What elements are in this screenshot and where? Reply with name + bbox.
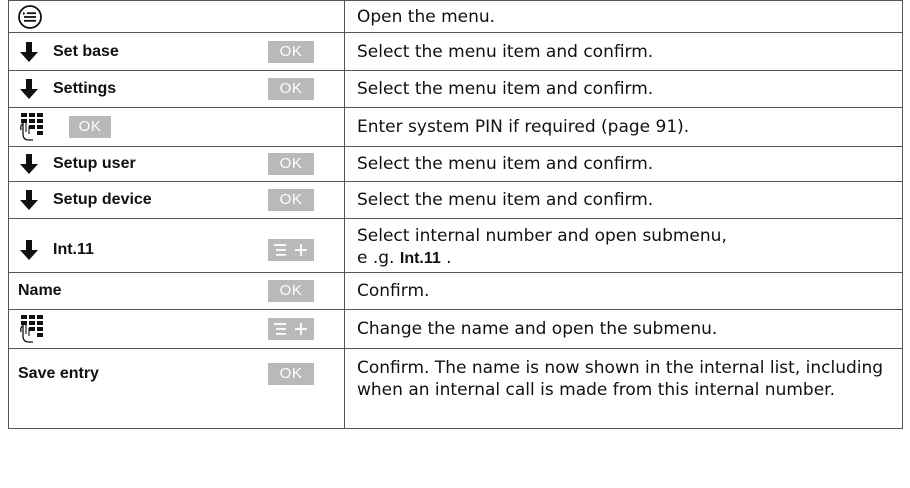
step-key-cell: Setup user OK [8,146,345,182]
menu-item-label: Settings [53,80,117,97]
step-key-cell [8,309,345,349]
instruction-prefix: e .g. [357,247,400,268]
menu-item-label: Setup user [53,155,136,172]
menu-item-label: Save entry [18,365,99,382]
step-instruction: Confirm. The name is now shown in the in… [344,348,903,429]
step-key-cell: OK [8,107,345,147]
step-instruction: Open the menu. [344,0,903,33]
step-key-cell [8,0,345,33]
step-row: Settings OK Select the menu item and con… [8,70,903,108]
menu-item-label: Name [18,282,62,299]
step-key-cell: Setup device OK [8,181,345,219]
step-key-cell: Name OK [8,272,345,310]
step-instruction: Select the menu item and confirm. [344,181,903,219]
ok-button[interactable]: OK [268,280,314,302]
instruction-table: Open the menu. Set base OK Select the me… [8,0,903,429]
keypad-icon[interactable] [19,112,47,142]
instruction-line: e .g. Int.11 . [357,247,890,270]
step-instruction: Select the menu item and confirm. [344,70,903,108]
ok-button[interactable]: OK [268,189,314,211]
arrow-down-icon[interactable] [19,78,39,100]
step-key-cell: Set base OK [8,32,345,71]
arrow-down-icon[interactable] [19,41,39,63]
keypad-icon[interactable] [19,314,47,344]
ok-button[interactable]: OK [268,153,314,175]
step-instruction: Enter system PIN if required (page 91). [344,107,903,147]
step-row: Open the menu. [8,0,903,33]
step-row: Setup device OK Select the menu item and… [8,181,903,219]
ok-button[interactable]: OK [69,116,111,138]
ok-button[interactable]: OK [268,363,314,385]
instruction-suffix: . [440,247,452,268]
step-row: Change the name and open the submenu. [8,309,903,349]
step-instruction: Confirm. [344,272,903,310]
step-instruction: Select the menu item and confirm. [344,146,903,182]
step-key-cell: Settings OK [8,70,345,108]
menu-item-label: Setup device [53,191,152,208]
arrow-down-icon[interactable] [19,239,39,261]
step-row: Save entry OK Confirm. The name is now s… [8,348,903,429]
step-key-cell: Save entry OK [8,348,345,429]
menu-item-label: Set base [53,42,119,60]
step-instruction: Change the name and open the submenu. [344,309,903,349]
instruction-line: Select internal number and open submenu, [357,225,727,246]
menu-key-icon[interactable] [17,4,43,30]
step-row: Set base OK Select the menu item and con… [8,32,903,71]
step-instruction: Select the menu item and confirm. [344,32,903,71]
instruction-item-name: Int.11 [399,249,441,267]
submenu-key-icon[interactable] [268,318,314,340]
step-row: OK Enter system PIN if required (page 91… [8,107,903,147]
step-instruction: Select internal number and open submenu,… [344,218,903,273]
step-row: Setup user OK Select the menu item and c… [8,146,903,182]
step-key-cell: Int.11 [8,218,345,273]
menu-item-label: Int.11 [53,241,94,258]
submenu-key-icon[interactable] [268,239,314,261]
arrow-down-icon[interactable] [19,189,39,211]
step-row: Int.11 Select internal number and open s… [8,218,903,273]
arrow-down-icon[interactable] [19,153,39,175]
ok-button[interactable]: OK [268,78,314,100]
ok-button[interactable]: OK [268,40,314,63]
step-row: Name OK Confirm. [8,272,903,310]
